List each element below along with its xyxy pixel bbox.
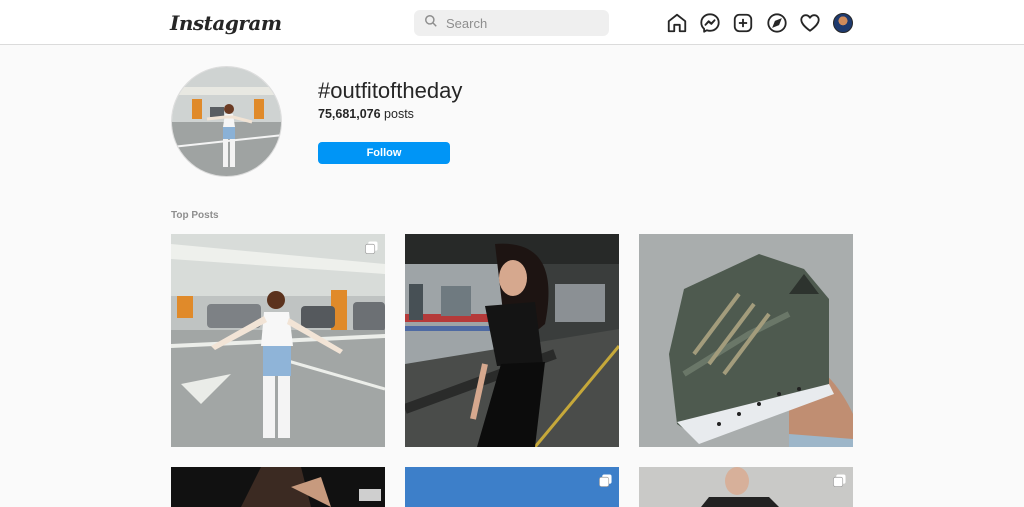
explore-icon[interactable]: [766, 12, 788, 34]
post-count-number: 75,681,076: [318, 107, 381, 121]
post-image-4: [171, 467, 385, 507]
home-icon[interactable]: [666, 12, 688, 34]
post-image-3: [639, 234, 853, 447]
post-image-2: [405, 234, 619, 447]
post-count-suffix: posts: [384, 107, 414, 121]
post-tile-3[interactable]: [639, 234, 853, 447]
search-box[interactable]: [414, 10, 609, 36]
profile-avatar[interactable]: [833, 13, 855, 35]
post-tile-2[interactable]: [405, 234, 619, 447]
top-posts-heading: Top Posts: [171, 210, 219, 221]
post-image-1: [171, 234, 385, 447]
post-tile-6[interactable]: [639, 467, 853, 507]
activity-heart-icon[interactable]: [799, 12, 821, 34]
new-post-icon[interactable]: [732, 12, 754, 34]
post-tile-4[interactable]: [171, 467, 385, 507]
follow-button[interactable]: Follow: [318, 142, 450, 164]
instagram-logo[interactable]: Instagram: [170, 11, 282, 35]
post-image-6: [639, 467, 853, 507]
messenger-icon[interactable]: [699, 12, 721, 34]
multiple-images-icon: [599, 474, 612, 487]
post-tile-1[interactable]: [171, 234, 385, 447]
hashtag-profile-image: [171, 66, 282, 177]
avatar: [833, 13, 853, 33]
top-navigation-bar: Instagram: [0, 0, 1024, 45]
multiple-images-icon: [833, 474, 846, 487]
post-count: 75,681,076 posts: [318, 107, 414, 121]
search-input[interactable]: [446, 15, 596, 31]
post-tile-5[interactable]: [405, 467, 619, 507]
post-image-5: [405, 467, 619, 507]
search-icon: [424, 14, 438, 33]
hashtag-title: #outfitoftheday: [318, 78, 463, 103]
multiple-images-icon: [365, 241, 378, 254]
